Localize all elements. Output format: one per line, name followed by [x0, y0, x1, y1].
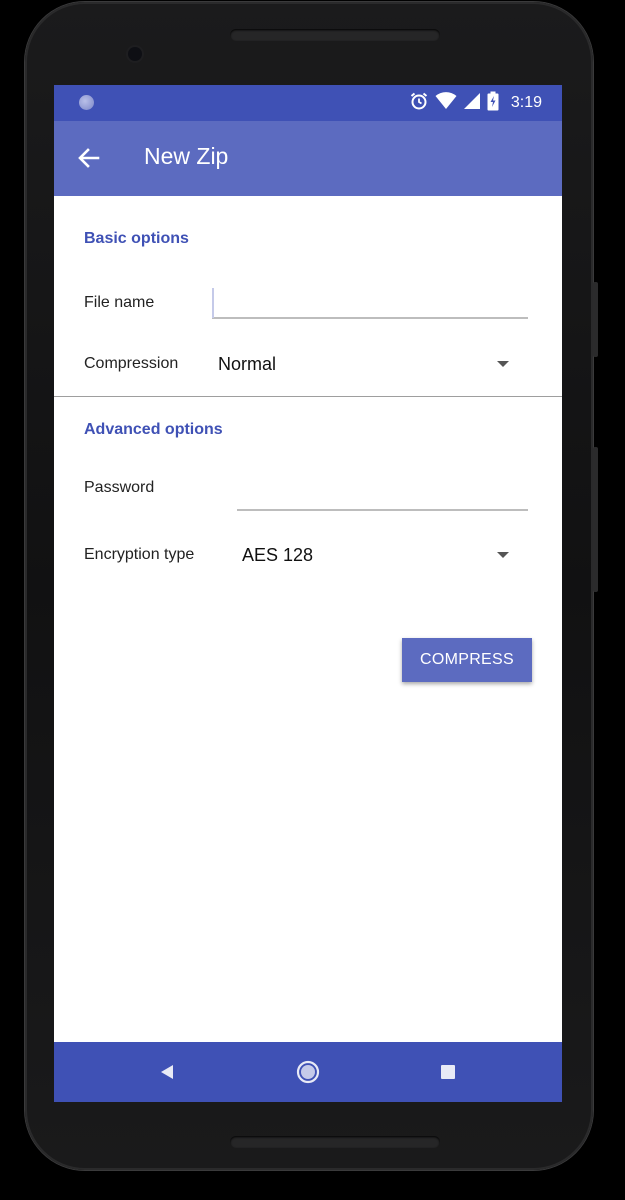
recents-square-icon[interactable]	[432, 1056, 464, 1088]
basic-options-heading: Basic options	[84, 230, 189, 247]
bottom-speaker	[230, 1136, 440, 1148]
compression-value: Normal	[218, 354, 277, 374]
home-circle-icon[interactable]	[292, 1056, 324, 1088]
chevron-down-icon	[497, 552, 509, 558]
compress-button[interactable]: COMPRESS	[402, 638, 532, 682]
section-divider	[54, 396, 562, 397]
alarm-icon	[409, 91, 429, 116]
back-triangle-icon[interactable]	[151, 1056, 183, 1088]
notification-dot-icon	[79, 95, 94, 110]
encryption-type-label: Encryption type	[84, 546, 195, 563]
page-title: New Zip	[144, 143, 229, 169]
text-cursor	[212, 288, 214, 318]
arrow-back-icon[interactable]	[74, 143, 104, 173]
screen: 3:19 New Zip Basic options File name Com…	[54, 85, 562, 1102]
battery-icon	[487, 91, 499, 116]
encryption-type-value: AES 128	[242, 545, 314, 565]
file-name-input[interactable]	[212, 285, 528, 319]
compression-label: Compression	[84, 355, 179, 372]
front-camera	[128, 47, 142, 61]
top-speaker	[230, 29, 440, 41]
chevron-down-icon	[497, 361, 509, 367]
wifi-icon	[435, 91, 457, 115]
encryption-type-select[interactable]: AES 128	[242, 539, 518, 573]
volume-button	[593, 447, 598, 592]
power-button	[593, 282, 598, 357]
status-icons: 3:19	[409, 91, 542, 116]
compression-select[interactable]: Normal	[218, 348, 518, 382]
advanced-options-heading: Advanced options	[84, 421, 223, 438]
status-time: 3:19	[510, 94, 542, 111]
app-bar: New Zip	[54, 121, 562, 196]
navigation-bar	[54, 1042, 562, 1102]
file-name-label: File name	[84, 294, 155, 311]
password-field[interactable]	[237, 477, 528, 511]
status-bar: 3:19	[54, 85, 562, 121]
password-label: Password	[84, 479, 155, 496]
signal-icon	[463, 92, 481, 115]
